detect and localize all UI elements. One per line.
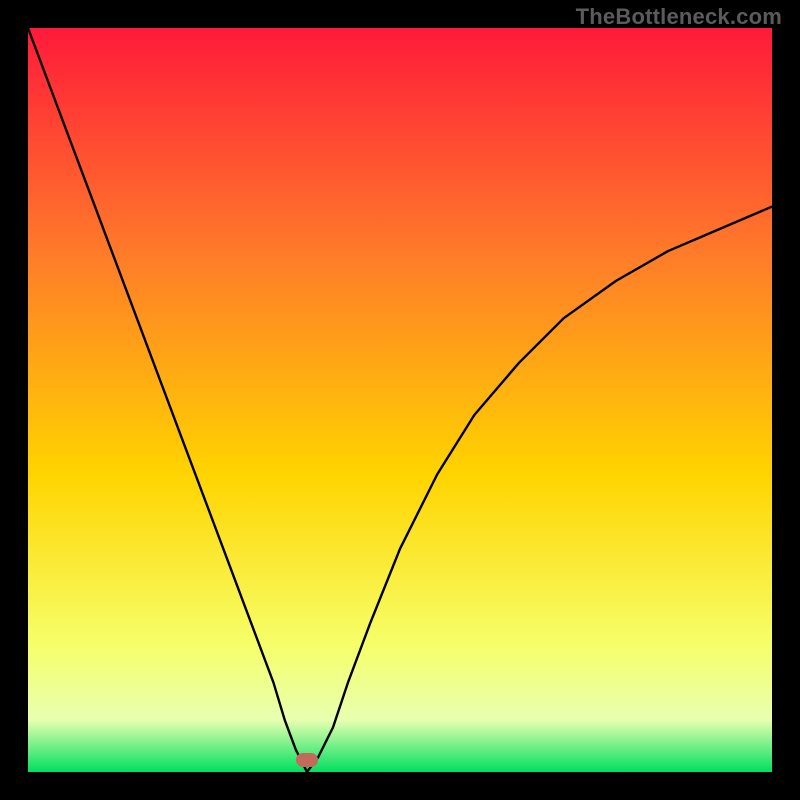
watermark-text: TheBottleneck.com — [576, 4, 782, 30]
plot-svg — [28, 28, 772, 772]
plot-area — [28, 28, 772, 772]
chart-frame: TheBottleneck.com — [0, 0, 800, 800]
plot-background — [28, 28, 772, 772]
selected-config-marker — [296, 753, 318, 767]
